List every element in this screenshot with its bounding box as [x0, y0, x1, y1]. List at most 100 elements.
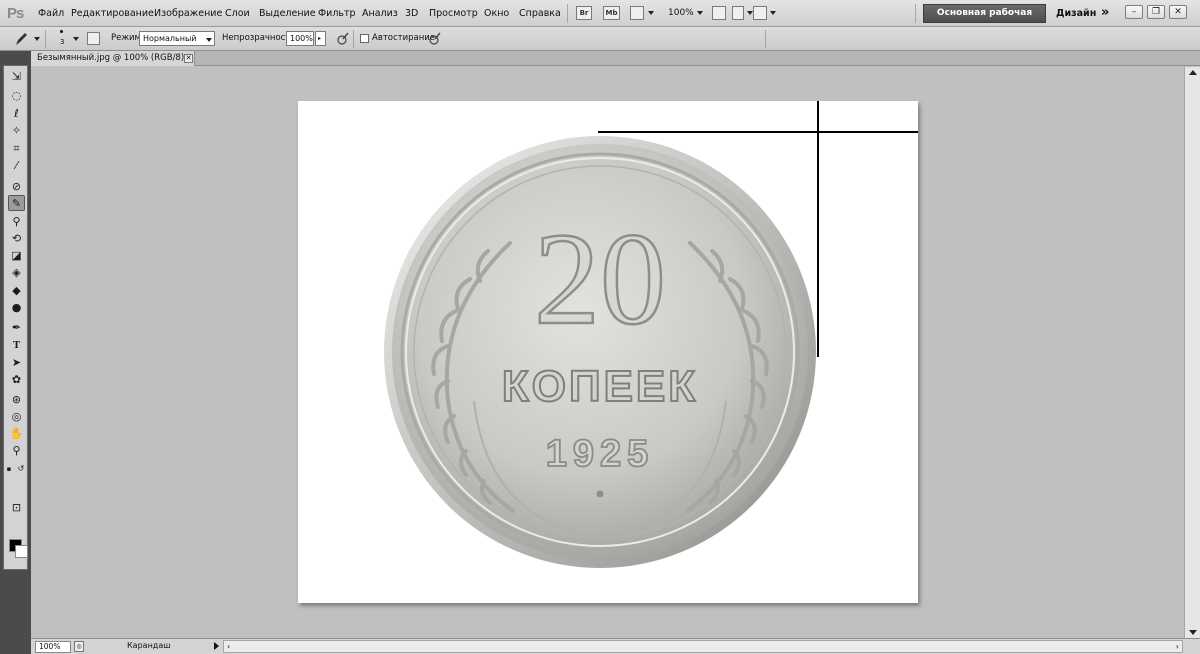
shape-tool-icon[interactable]: ✿ [8, 372, 25, 388]
crop-tool-icon[interactable]: ⌗ [8, 141, 25, 157]
vertical-scrollbar[interactable] [1184, 67, 1200, 638]
move-tool-icon[interactable]: ⇲ [8, 69, 25, 85]
menu-view[interactable]: Просмотр [429, 8, 478, 19]
bridge-icon[interactable]: Br [576, 6, 592, 20]
marquee-tool-icon[interactable]: ◌ [8, 88, 25, 104]
pencil-tool-icon[interactable] [14, 31, 28, 47]
healing-brush-tool-icon[interactable]: ⊘ [8, 179, 25, 195]
brush-preview-dot [60, 30, 63, 33]
eraser-tool-icon[interactable]: ◪ [8, 248, 25, 264]
document-tab[interactable]: Безымянный.jpg @ 100% (RGB/8) * ✕ [31, 51, 195, 66]
workspace-design-button[interactable]: Дизайн [1056, 8, 1096, 19]
blur-tool-icon[interactable]: ◆ [8, 283, 25, 299]
chevron-down-icon[interactable] [648, 11, 654, 15]
menu-bar: Ps Файл Редактирование Изображение Слои … [0, 0, 1200, 35]
autoerase-checkbox[interactable] [360, 34, 369, 43]
horizontal-scrollbar[interactable]: ‹ › [223, 640, 1183, 653]
menu-edit[interactable]: Редактирование [71, 8, 154, 19]
chevron-down-icon[interactable] [770, 11, 776, 15]
close-icon[interactable]: ✕ [184, 54, 193, 63]
zoom-level[interactable]: 100% [668, 8, 694, 18]
mode-select-value: Нормальный [143, 34, 197, 43]
tablet-pressure-size-icon[interactable] [429, 32, 441, 45]
document-tab-strip: Безымянный.jpg @ 100% (RGB/8) * ✕ [31, 51, 1200, 66]
menu-layers[interactable]: Слои [225, 8, 250, 19]
coin-year: 1925 [546, 433, 655, 475]
menu-image[interactable]: Изображение [154, 8, 222, 19]
minibridge-icon[interactable]: Mb [603, 6, 620, 20]
dodge-tool-icon[interactable]: ● [8, 300, 25, 316]
status-menu-arrow-icon[interactable] [214, 642, 219, 650]
options-separator [45, 30, 46, 48]
arrange-documents-icon[interactable] [732, 6, 744, 20]
menu-3d[interactable]: 3D [405, 8, 418, 19]
status-bar: 100% ◎ Карандаш ‹ › [31, 638, 1200, 654]
options-separator [765, 30, 766, 48]
brush-panel-icon[interactable] [87, 32, 100, 45]
menu-filter[interactable]: Фильтр [318, 8, 356, 19]
status-zoom-field[interactable]: 100% [35, 641, 71, 653]
menu-file[interactable]: Файл [38, 8, 64, 19]
chevron-down-icon[interactable] [206, 38, 212, 42]
clone-stamp-tool-icon[interactable]: ⚲ [8, 214, 25, 230]
default-colors-icon[interactable]: ▪ [4, 461, 14, 477]
screen-frame-icon[interactable] [753, 6, 767, 20]
3d-orbit-tool-icon[interactable]: ◎ [8, 409, 25, 425]
coin-image: 20 КОПЕЕК 1925 [384, 101, 918, 568]
menu-select[interactable]: Выделение [259, 8, 316, 19]
document-canvas[interactable]: 20 КОПЕЕК 1925 [298, 101, 918, 603]
restore-icon[interactable]: ❐ [1147, 5, 1165, 19]
swap-colors-icon[interactable]: ↺ [16, 461, 26, 477]
menu-window[interactable]: Окно [484, 8, 509, 19]
status-info-icon[interactable]: ◎ [74, 641, 84, 652]
menu-help[interactable]: Справка [519, 8, 561, 19]
scroll-right-icon[interactable]: › [1176, 643, 1179, 651]
toolbox-tools: ⇲ ◌ ℓ ✧ ⌗ ⁄ ⊘ ✎ ⚲ ⟲ ◪ ◈ ◆ ● ✒ T ➤ ✿ ⊛ ◎ … [3, 65, 28, 570]
options-bar: 3 Режим: Нормальный Непрозрачность: 100%… [0, 27, 1200, 51]
history-brush-tool-icon[interactable]: ⟲ [8, 231, 25, 247]
document-tab-title: Безымянный.jpg @ 100% (RGB/8) * [37, 53, 192, 63]
background-color-swatch[interactable] [15, 545, 28, 558]
minimize-icon[interactable]: – [1125, 5, 1143, 19]
close-icon[interactable]: ✕ [1169, 5, 1187, 19]
zoom-tool-icon[interactable]: ⚲ [8, 443, 25, 459]
quick-mask-icon[interactable]: ⊡ [8, 500, 25, 516]
toolbox-panel: ⇲ ◌ ℓ ✧ ⌗ ⁄ ⊘ ✎ ⚲ ⟲ ◪ ◈ ◆ ● ✒ T ➤ ✿ ⊛ ◎ … [0, 51, 31, 654]
scroll-left-icon[interactable]: ‹ [227, 643, 230, 651]
pen-tool-icon[interactable]: ✒ [8, 320, 25, 336]
path-selection-tool-icon[interactable]: ➤ [8, 355, 25, 371]
brush-size[interactable]: 3 [60, 38, 64, 46]
scroll-up-icon[interactable] [1189, 70, 1197, 75]
quick-selection-tool-icon[interactable]: ✧ [8, 123, 25, 139]
chevron-down-icon[interactable] [34, 37, 40, 41]
opacity-slider-toggle[interactable]: ▸ [315, 31, 326, 46]
lasso-tool-icon[interactable]: ℓ [8, 106, 25, 122]
more-workspaces-icon[interactable]: » [1101, 5, 1110, 20]
coin: 20 КОПЕЕК 1925 [384, 136, 816, 568]
chevron-down-icon[interactable] [73, 37, 79, 41]
menubar-separator [567, 4, 568, 23]
hand-tool-icon[interactable]: ✋ [8, 426, 25, 442]
autoerase-label: Автостирание [372, 33, 436, 43]
coin-denomination: 20 [534, 205, 666, 352]
tablet-pressure-opacity-icon[interactable] [337, 32, 349, 45]
pencil-tool-icon[interactable]: ✎ [8, 195, 25, 211]
opacity-field[interactable]: 100% [286, 31, 314, 46]
screen-mode-icon[interactable] [712, 6, 726, 20]
canvas-area[interactable]: 20 КОПЕЕК 1925 [31, 67, 1184, 638]
scroll-down-icon[interactable] [1189, 630, 1197, 635]
workspace-essentials-button[interactable]: Основная рабочая среда [923, 4, 1046, 35]
paint-bucket-tool-icon[interactable]: ◈ [8, 265, 25, 281]
coin-unit: КОПЕЕК [502, 362, 698, 411]
eyedropper-tool-icon[interactable]: ⁄ [8, 158, 25, 174]
extras-icon[interactable] [630, 6, 644, 20]
chevron-down-icon[interactable] [697, 11, 703, 15]
status-tool-name: Карандаш [127, 641, 171, 650]
3d-rotate-tool-icon[interactable]: ⊛ [8, 392, 25, 408]
coin-dot [596, 490, 604, 498]
mode-select[interactable]: Нормальный [139, 31, 215, 46]
menu-analysis[interactable]: Анализ [362, 8, 398, 19]
photoshop-logo: Ps [7, 5, 24, 22]
opacity-value: 100% [290, 34, 313, 43]
type-tool-icon[interactable]: T [8, 337, 25, 353]
